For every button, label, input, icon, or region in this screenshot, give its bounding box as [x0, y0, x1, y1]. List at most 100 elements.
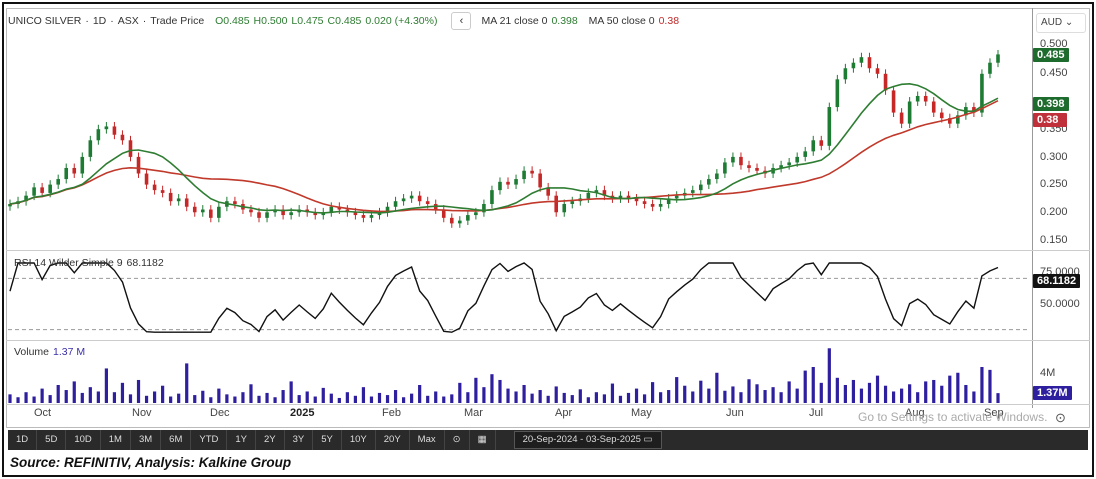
volume-bar — [88, 387, 92, 403]
ma21-label[interactable]: MA 21 close 0 — [481, 15, 547, 27]
volume-bar — [747, 379, 751, 403]
volume-bar — [345, 392, 349, 403]
candle-body — [160, 190, 165, 193]
volume-bar — [570, 395, 574, 403]
currency-select[interactable]: AUD ⌄ — [1036, 13, 1086, 33]
candle-body — [803, 151, 808, 157]
volume-bar — [900, 388, 904, 403]
range-button-10d[interactable]: 10D — [66, 430, 101, 450]
candle-body — [570, 201, 575, 204]
price-tick: 0.250 — [1040, 178, 1068, 190]
range-button-2y[interactable]: 2Y — [256, 430, 285, 450]
range-button-max[interactable]: Max — [410, 430, 445, 450]
volume-bar — [988, 369, 992, 403]
high-value: H0.500 — [253, 15, 288, 27]
interval[interactable]: 1D — [93, 15, 106, 27]
range-button-1d[interactable]: 1D — [8, 430, 38, 450]
price-tick: 0.300 — [1040, 151, 1068, 163]
date-range-text: 20-Sep-2024 - 03-Sep-2025 — [522, 434, 641, 445]
settings-gear-icon[interactable]: ⊙ — [1055, 410, 1066, 426]
volume-bar — [201, 390, 205, 403]
volume-bar — [8, 394, 12, 403]
range-button-6m[interactable]: 6M — [161, 430, 192, 450]
volume-bar — [610, 383, 615, 403]
volume-bar — [723, 390, 727, 403]
range-button-1m[interactable]: 1M — [101, 430, 131, 450]
volume-bar — [136, 379, 141, 403]
volume-bar — [393, 390, 398, 403]
volume-bar — [161, 385, 165, 403]
range-button-ytd[interactable]: YTD — [191, 430, 228, 450]
rsi-tag: 68.1182 — [1033, 274, 1081, 288]
volume-bar — [634, 388, 639, 403]
volume-bar — [40, 388, 44, 403]
rsi-pane-divider[interactable] — [6, 250, 1090, 251]
volume-bar — [642, 394, 647, 403]
volume-bar — [401, 397, 406, 403]
volume-bar — [948, 375, 952, 403]
candle-body — [48, 184, 52, 193]
candle-body — [120, 134, 125, 141]
volume-bar — [843, 385, 847, 403]
candle-body — [184, 198, 189, 207]
candle-body — [915, 95, 920, 102]
volume-bar — [257, 395, 261, 403]
volume-bar — [651, 382, 655, 403]
range-button-3y[interactable]: 3Y — [285, 430, 314, 450]
volume-bar — [506, 388, 510, 403]
volume-bar — [241, 392, 245, 403]
volume-bar — [233, 396, 237, 403]
volume-bar — [787, 381, 791, 403]
range-button-1y[interactable]: 1Y — [227, 430, 256, 450]
range-button-20y[interactable]: 20Y — [376, 430, 410, 450]
price-tick: 0.150 — [1040, 234, 1068, 246]
ma50-label[interactable]: MA 50 close 0 — [589, 15, 655, 27]
ma21-tag: 0.398 — [1033, 97, 1069, 111]
volume-bar — [442, 396, 446, 403]
candle-body — [907, 101, 912, 124]
range-button-5d[interactable]: 5D — [37, 430, 67, 450]
range-toolbar: 1D 5D 10D 1M 3M 6M YTD 1Y 2Y 3Y 5Y 10Y 20Y Max ⊙ ▦ 20… — [8, 430, 1088, 450]
volume-bar — [675, 377, 679, 403]
volume-bar — [908, 384, 912, 403]
candle-body — [867, 57, 872, 69]
date-range-picker[interactable]: 20-Sep-2024 - 03-Sep-2025 ▭ — [513, 431, 662, 449]
candle-body — [289, 212, 293, 216]
time-axis-label: Feb — [382, 407, 401, 419]
candle-body — [996, 54, 1000, 63]
range-button-5y[interactable]: 5Y — [313, 430, 342, 450]
rsi-value: 68.1182 — [126, 257, 164, 269]
volume-bar — [361, 387, 366, 403]
chart-legend: UNICO SILVER · 1D · ASX · Trade Price O0.48… — [8, 12, 679, 30]
volume-bar — [426, 395, 430, 403]
volume-bar — [980, 367, 984, 403]
volume-bar — [779, 392, 783, 403]
volume-bar — [562, 392, 566, 403]
candle-body — [104, 126, 109, 130]
calendar-grid-icon[interactable]: ▦ — [470, 430, 496, 450]
candle-body — [787, 162, 791, 166]
volume-bar — [482, 387, 486, 403]
low-value: L0.475 — [291, 15, 324, 27]
volume-bar — [64, 390, 68, 403]
collapse-legend-button[interactable]: ‹ — [451, 12, 472, 30]
chart-canvas[interactable] — [0, 0, 1096, 479]
candle-body — [650, 203, 655, 207]
volume-bar — [490, 374, 494, 403]
candle-body — [931, 101, 936, 113]
volume-bar — [859, 388, 864, 403]
rsi-name: RSI 14 Wilder Simple 9 — [14, 257, 123, 269]
volume-bar — [144, 395, 149, 403]
last-price-tag: 0.485 — [1033, 48, 1069, 62]
candle-body — [409, 195, 414, 199]
range-button-10y[interactable]: 10Y — [342, 430, 376, 450]
time-axis-divider — [6, 404, 1090, 405]
volume-pane-divider[interactable] — [6, 340, 1090, 341]
candle-body — [554, 195, 559, 213]
range-button-3m[interactable]: 3M — [131, 430, 162, 450]
candle-body — [698, 184, 703, 191]
indicator-settings-icon[interactable]: ⊙ — [445, 430, 470, 450]
close-value: C0.485 — [327, 15, 362, 27]
volume-bar — [755, 384, 759, 403]
volume-bar — [377, 392, 382, 403]
